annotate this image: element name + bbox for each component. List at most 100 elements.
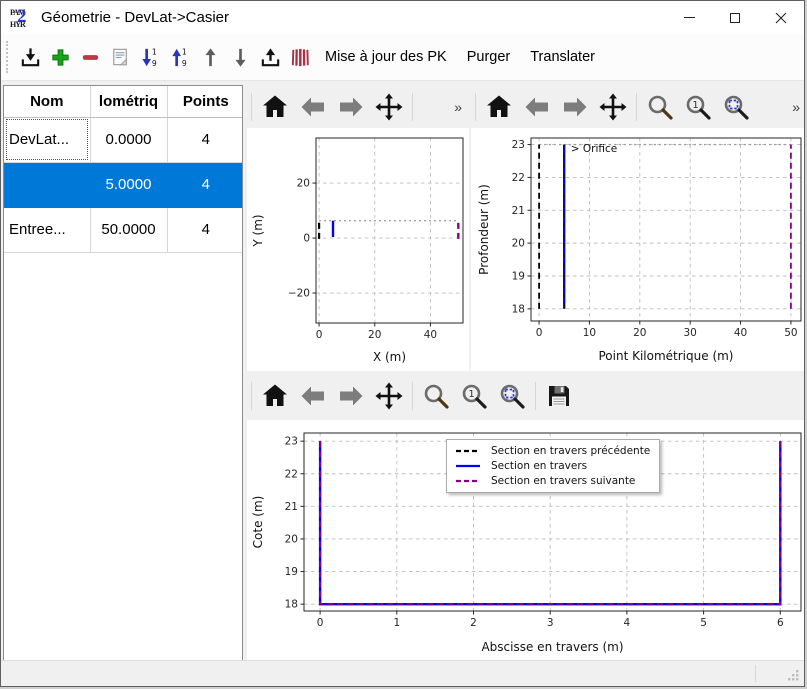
legend-entry: Section en travers suivante	[454, 473, 650, 488]
back-button[interactable]	[298, 92, 328, 122]
toolbar-separator	[535, 382, 536, 410]
cell-pk[interactable]: 50.0000	[90, 207, 167, 252]
forward-button[interactable]	[336, 381, 366, 411]
svg-text:1: 1	[393, 617, 400, 629]
longitudinal-profile-canvas[interactable]: 01020304050181920212223> OrificePoint Ki…	[471, 128, 805, 371]
purge-button[interactable]: Purger	[467, 49, 511, 65]
svg-text:21: 21	[512, 205, 525, 217]
toolbar-separator	[412, 93, 413, 121]
zoom-button[interactable]	[421, 381, 451, 411]
home-button[interactable]	[260, 381, 290, 411]
svg-text:Profondeur (m): Profondeur (m)	[477, 184, 491, 275]
maximize-button[interactable]	[712, 1, 758, 34]
longitudinal-profile-figure: 1 » 01020304050181920212223> OrificePoin…	[471, 85, 805, 371]
zoom-button[interactable]	[645, 92, 675, 122]
document-icon	[109, 46, 132, 69]
cross-section-canvas[interactable]: 0123456181920212223Abscisse en travers (…	[247, 420, 805, 663]
toolbar-overflow-button[interactable]: »	[454, 99, 462, 115]
zoom-original-button[interactable]: 1	[683, 92, 713, 122]
svg-text:20: 20	[633, 327, 646, 339]
content-area: Nom lométriq Points DevLat... 0.0000 4 5…	[1, 82, 804, 660]
toolbar-overflow-button[interactable]: »	[792, 99, 800, 115]
zoom-rect-button[interactable]	[721, 92, 751, 122]
move-down-button[interactable]	[228, 44, 252, 70]
move-up-button[interactable]	[198, 44, 222, 70]
svg-text:Y (m): Y (m)	[251, 214, 265, 247]
pan-button[interactable]	[598, 92, 628, 122]
forward-button[interactable]	[336, 92, 366, 122]
maximize-icon	[730, 13, 740, 23]
legend-entry: Section en travers précédente	[454, 443, 650, 458]
svg-text:4: 4	[624, 617, 631, 629]
export-button[interactable]	[258, 44, 282, 70]
translate-button[interactable]: Translater	[530, 49, 595, 65]
update-pk-button[interactable]: Mise à jour des PK	[325, 49, 447, 65]
sort-descending-button[interactable]: 1 9	[138, 44, 162, 70]
zoom-original-button[interactable]: 1	[459, 381, 489, 411]
svg-text:> Orifice: > Orifice	[571, 143, 617, 155]
app-icon-numeral: 2	[17, 6, 27, 28]
delete-button[interactable]	[78, 44, 102, 70]
sections-table: Nom lométriq Points DevLat... 0.0000 4 5…	[4, 86, 243, 253]
close-button[interactable]	[758, 1, 804, 34]
toolbar-drag-handle[interactable]	[6, 41, 8, 73]
svg-text:−20: −20	[288, 288, 310, 300]
svg-text:0: 0	[316, 329, 323, 341]
resize-grip[interactable]	[787, 669, 800, 682]
zoom-rect-button[interactable]	[497, 381, 527, 411]
main-toolbar: 1 9 1 9	[1, 34, 804, 81]
stripes-button[interactable]	[288, 44, 312, 70]
cell-pk[interactable]: 5.0000	[90, 162, 167, 207]
svg-text:23: 23	[285, 436, 298, 448]
longitudinal-profile-plot: 01020304050181920212223> OrificePoint Ki…	[471, 128, 805, 371]
add-button[interactable]	[48, 44, 72, 70]
table-row[interactable]: DevLat... 0.0000 4	[4, 117, 243, 162]
home-button[interactable]	[484, 92, 514, 122]
home-button[interactable]	[260, 92, 290, 122]
forward-button[interactable]	[560, 92, 590, 122]
minimize-icon	[684, 17, 695, 18]
cell-points[interactable]: 4	[167, 162, 243, 207]
table-row[interactable]: Entree... 50.0000 4	[4, 207, 243, 252]
sort-descending-icon: 1 9	[139, 46, 162, 69]
legend-entry: Section en travers	[454, 458, 650, 473]
back-button[interactable]	[298, 381, 328, 411]
svg-text:Abscisse en travers (m): Abscisse en travers (m)	[481, 640, 623, 654]
cell-name[interactable]: Entree...	[4, 207, 90, 252]
pan-button[interactable]	[374, 381, 404, 411]
magnifier-rect-icon	[722, 93, 750, 121]
back-button[interactable]	[522, 92, 552, 122]
svg-text:20: 20	[297, 178, 310, 190]
plan-view-canvas[interactable]: 02040−20020X (m)Y (m)	[247, 128, 469, 371]
magnifier-icon	[422, 382, 450, 410]
minimize-button[interactable]	[666, 1, 712, 34]
svg-text:20: 20	[512, 238, 525, 250]
svg-text:9: 9	[151, 59, 156, 68]
cell-points[interactable]: 4	[167, 117, 243, 162]
save-button[interactable]	[544, 381, 574, 411]
pan-icon	[375, 93, 403, 121]
forward-arrow-icon	[337, 93, 365, 121]
home-icon	[261, 93, 289, 121]
column-header-points[interactable]: Points	[167, 86, 243, 117]
cross-section-figure: 1 0123456181920212223Abscisse en travers…	[247, 372, 805, 663]
table-row-selected[interactable]: 5.0000 4	[4, 162, 243, 207]
cell-name[interactable]	[4, 162, 90, 207]
sort-ascending-button[interactable]: 1 9	[168, 44, 192, 70]
svg-text:5: 5	[700, 617, 707, 629]
longitudinal-profile-toolbar: 1 »	[471, 85, 805, 128]
svg-text:0: 0	[303, 233, 310, 245]
magnifier-one-icon: 1	[460, 382, 488, 410]
column-header-nom[interactable]: Nom	[4, 86, 90, 117]
cell-name[interactable]: DevLat...	[4, 117, 90, 162]
pan-button[interactable]	[374, 92, 404, 122]
svg-text:19: 19	[285, 566, 298, 578]
edit-button[interactable]	[108, 44, 132, 70]
down-arrow-icon	[229, 46, 252, 69]
column-header-kilometrique[interactable]: lométriq	[90, 86, 167, 117]
toolbar-separator	[412, 382, 413, 410]
cell-points[interactable]: 4	[167, 207, 243, 252]
import-button[interactable]	[18, 44, 42, 70]
cell-pk[interactable]: 0.0000	[90, 117, 167, 162]
home-icon	[485, 93, 513, 121]
